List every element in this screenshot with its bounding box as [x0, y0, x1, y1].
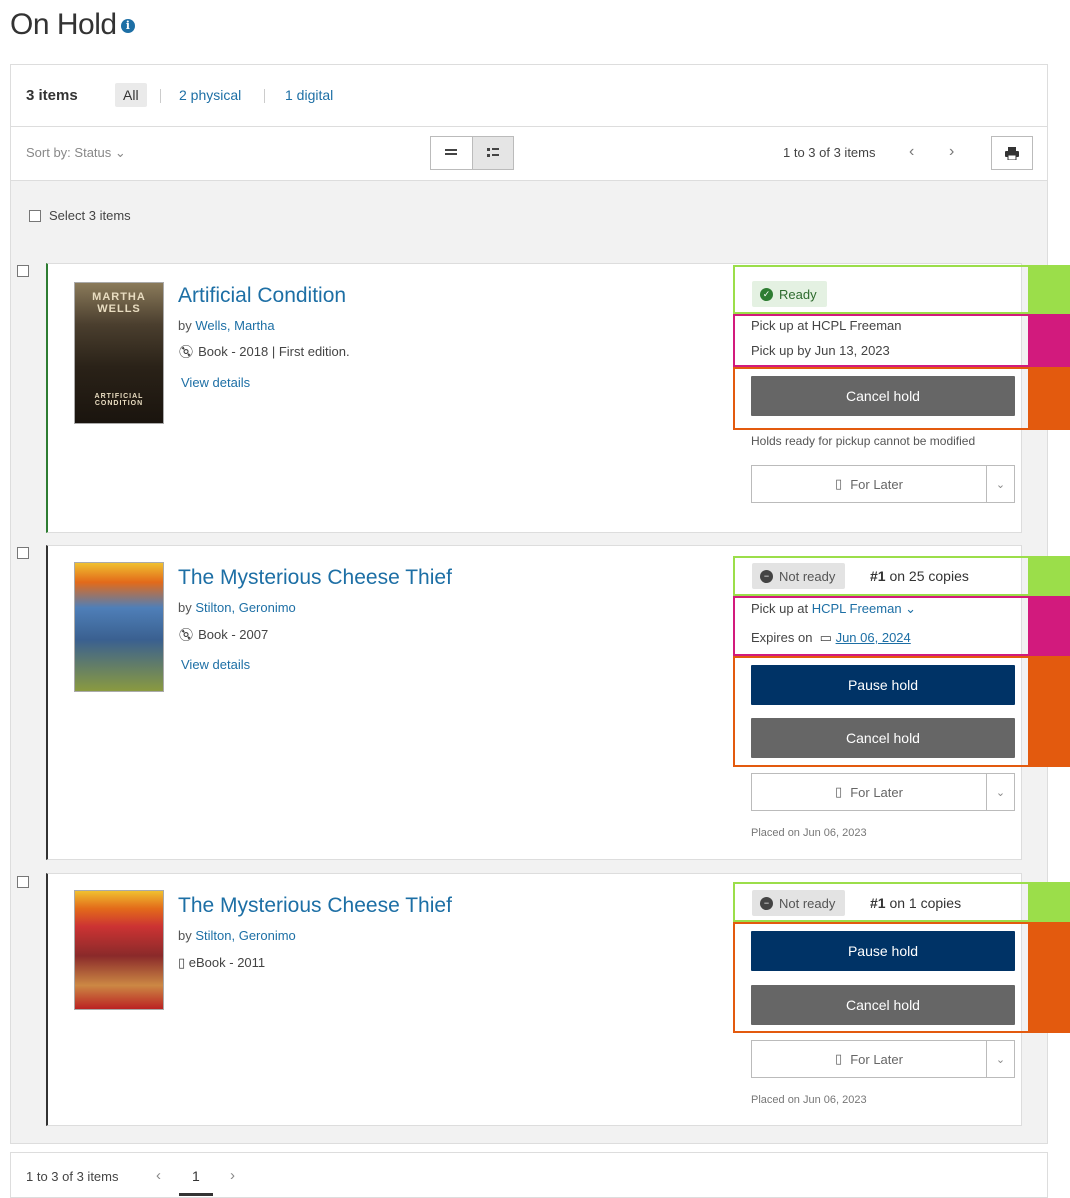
item-title[interactable]: Artificial Condition	[178, 284, 346, 308]
cancel-hold-button[interactable]: Cancel hold	[751, 376, 1015, 416]
print-icon	[1005, 146, 1019, 160]
bookmark-icon: ▯	[835, 1051, 843, 1066]
next-page-icon[interactable]: ›	[230, 1167, 235, 1184]
tab-divider	[160, 89, 161, 103]
item-checkbox[interactable]	[17, 876, 29, 888]
view-details-link[interactable]: View details	[181, 657, 250, 672]
prev-page-icon[interactable]: ‹	[156, 1167, 161, 1184]
book-cover[interactable]	[74, 562, 164, 692]
item-checkbox[interactable]	[17, 547, 29, 559]
author-link[interactable]: Stilton, Geronimo	[195, 928, 295, 943]
author-link[interactable]: Wells, Martha	[195, 318, 274, 333]
pagination-range: 1 to 3 of 3 items	[26, 1169, 119, 1184]
toolbar: Sort by: Status ⌄ 1 to 3 of 3 items ‹ ›	[11, 127, 1047, 181]
book-cover[interactable]: MARTHA WELLS ARTIFICIAL CONDITION	[74, 282, 164, 424]
item-count: 3 items	[26, 87, 78, 104]
chevron-down-icon[interactable]: ⌄	[986, 1041, 1014, 1077]
placed-date: Placed on Jun 06, 2023	[751, 827, 867, 839]
item-format: ▯ eBook - 2011	[178, 955, 266, 970]
book-cover[interactable]	[74, 890, 164, 1010]
expiration: Expires on ▭ Jun 06, 2024	[751, 630, 911, 645]
highlight-tab-green	[1030, 265, 1070, 314]
highlight-tab-orange	[1030, 922, 1070, 1033]
highlight-tab-orange	[1030, 656, 1070, 767]
list-view-icon[interactable]	[431, 137, 472, 169]
footer-pagination: 1 to 3 of 3 items ‹ 1 ›	[10, 1152, 1048, 1198]
sort-dropdown[interactable]: Sort by: Status ⌄	[26, 145, 126, 161]
next-page-icon[interactable]: ›	[949, 143, 954, 161]
view-details-link[interactable]: View details	[181, 375, 250, 390]
pickup-location: Pick up at HCPL Freeman ⌄	[751, 601, 917, 616]
item-format: 💿︎ Book - 2007	[178, 627, 269, 642]
for-later-button[interactable]: ▯ For Later ⌄	[751, 773, 1015, 811]
filter-tabs: 3 items All 2 physical 1 digital	[11, 65, 1047, 127]
item-format: 💿︎ Book - 2018 | First edition.	[178, 344, 350, 359]
item-checkbox[interactable]	[17, 265, 29, 277]
detail-view-icon[interactable]	[471, 137, 513, 169]
for-later-button[interactable]: ▯ For Later ⌄	[751, 465, 1015, 503]
status-badge: − Not ready	[752, 890, 846, 916]
status-badge: ✓ Ready	[752, 281, 827, 307]
tab-divider	[264, 89, 265, 103]
prev-page-icon[interactable]: ‹	[909, 143, 914, 161]
select-all[interactable]: Select 3 items	[29, 208, 131, 223]
hold-note: Holds ready for pickup cannot be modifie…	[751, 434, 976, 448]
pickup-location: Pick up at HCPL Freeman	[751, 318, 902, 333]
current-page-indicator	[179, 1193, 213, 1196]
pickup-deadline: Pick up by Jun 13, 2023	[751, 343, 890, 358]
highlight-tab-magenta	[1030, 596, 1070, 656]
item-title[interactable]: The Mysterious Cheese Thief	[178, 566, 452, 590]
author-link[interactable]: Stilton, Geronimo	[195, 600, 295, 615]
pause-hold-button[interactable]: Pause hold	[751, 665, 1015, 705]
tab-physical[interactable]: 2 physical	[171, 83, 249, 107]
page-number[interactable]: 1	[192, 1168, 200, 1184]
status-badge: − Not ready	[752, 563, 846, 589]
for-later-button[interactable]: ▯ For Later ⌄	[751, 1040, 1015, 1078]
chevron-down-icon[interactable]: ⌄	[986, 466, 1014, 502]
view-toggle	[430, 136, 514, 170]
print-button[interactable]	[991, 136, 1033, 170]
queue-position: #1 on 25 copies	[870, 568, 969, 584]
pickup-location-dropdown[interactable]: HCPL Freeman ⌄	[812, 601, 916, 616]
minus-icon: −	[760, 896, 773, 910]
chevron-down-icon[interactable]: ⌄	[986, 774, 1014, 810]
pagination-range: 1 to 3 of 3 items	[783, 145, 876, 160]
tab-all[interactable]: All	[115, 83, 147, 107]
highlight-tab-green	[1030, 556, 1070, 596]
info-icon[interactable]: i	[120, 19, 135, 34]
cancel-hold-button[interactable]: Cancel hold	[751, 718, 1015, 758]
calendar-icon: ▭	[819, 630, 832, 645]
queue-position: #1 on 1 copies	[870, 895, 962, 911]
item-author: by Wells, Martha	[178, 318, 275, 333]
highlight-tab-magenta	[1030, 314, 1070, 367]
tab-digital[interactable]: 1 digital	[277, 83, 341, 107]
highlight-tab-orange	[1030, 367, 1070, 430]
highlight-tab-green	[1030, 882, 1070, 922]
cancel-hold-button[interactable]: Cancel hold	[751, 985, 1015, 1025]
bookmark-icon: ▯	[835, 476, 843, 491]
item-author: by Stilton, Geronimo	[178, 600, 296, 615]
item-title[interactable]: The Mysterious Cheese Thief	[178, 894, 452, 918]
item-author: by Stilton, Geronimo	[178, 928, 296, 943]
select-all-checkbox[interactable]	[29, 209, 41, 222]
ebook-icon: ▯	[178, 955, 186, 970]
pause-hold-button[interactable]: Pause hold	[751, 931, 1015, 971]
check-icon: ✓	[760, 287, 773, 301]
minus-icon: −	[760, 569, 773, 583]
expiration-date-link[interactable]: Jun 06, 2024	[836, 630, 911, 645]
placed-date: Placed on Jun 06, 2023	[751, 1094, 867, 1106]
bookmark-icon: ▯	[835, 784, 843, 799]
page-title: On Hold i	[10, 8, 135, 42]
